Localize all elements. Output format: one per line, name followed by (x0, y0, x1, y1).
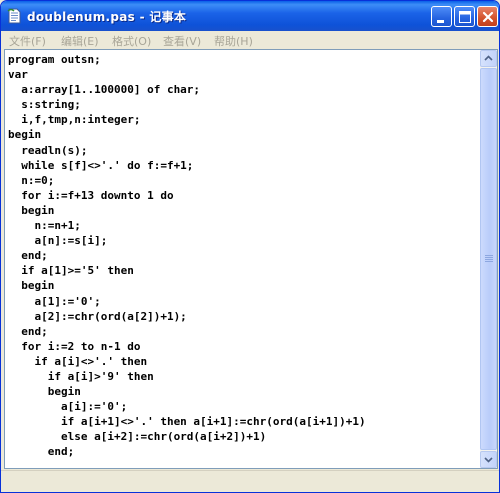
maximize-button[interactable] (454, 6, 475, 27)
menu-view[interactable]: 查看(V) (163, 33, 201, 49)
text-editor[interactable]: program outsn; var a:array[1..100000] of… (4, 49, 498, 469)
close-button[interactable] (477, 6, 498, 27)
menu-edit[interactable]: 编辑(E) (61, 33, 99, 49)
maximize-icon (459, 11, 471, 23)
window-title: doublenum.pas - 记事本 (27, 10, 187, 24)
scroll-up-button[interactable] (480, 50, 497, 67)
scroll-down-button[interactable] (480, 451, 497, 468)
notepad-window: doublenum.pas - 记事本 文件(F) 编辑(E) 格式(O) 查看… (0, 0, 500, 493)
notepad-icon (7, 8, 21, 24)
menu-file[interactable]: 文件(F) (9, 33, 46, 49)
status-bar (1, 470, 499, 492)
editor-content[interactable]: program outsn; var a:array[1..100000] of… (8, 52, 366, 460)
close-icon (482, 11, 494, 23)
minimize-icon (437, 20, 444, 23)
chevron-down-icon (484, 457, 493, 463)
vertical-scrollbar[interactable] (480, 50, 497, 468)
chevron-up-icon (484, 55, 493, 61)
menu-format[interactable]: 格式(O) (112, 33, 151, 49)
menu-help[interactable]: 帮助(H) (214, 33, 253, 49)
title-bar[interactable]: doublenum.pas - 记事本 (1, 1, 499, 31)
menu-bar: 文件(F) 编辑(E) 格式(O) 查看(V) 帮助(H) (1, 31, 499, 49)
minimize-button[interactable] (431, 6, 452, 27)
scroll-thumb[interactable] (480, 68, 497, 450)
